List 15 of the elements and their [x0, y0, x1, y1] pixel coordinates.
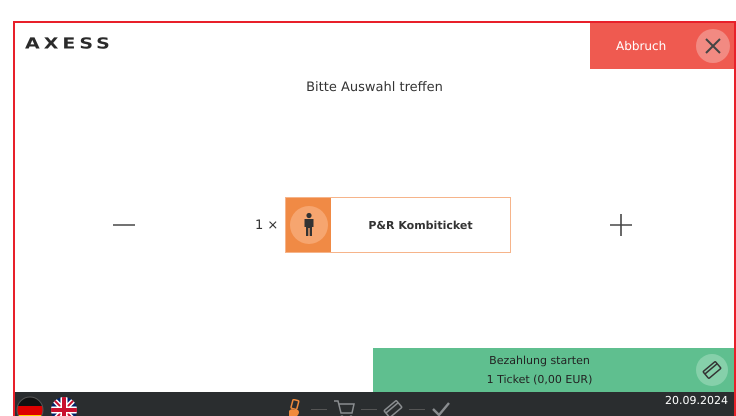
plus-button[interactable] — [610, 214, 632, 236]
minus-icon — [113, 224, 135, 226]
quantity-label: 1 × — [255, 218, 280, 232]
date-label: 20.09.2024 — [665, 394, 728, 407]
logo: AXESS — [25, 35, 114, 53]
person-icon — [290, 206, 328, 244]
ticket-card[interactable]: P&R Kombiticket — [285, 197, 511, 253]
close-icon — [696, 29, 730, 63]
page-title: Bitte Auswahl treffen — [306, 78, 443, 96]
british-flag-icon[interactable] — [50, 396, 78, 416]
ticket-name: P&R Kombiticket — [367, 218, 474, 232]
card-icon — [696, 354, 728, 386]
german-flag-icon[interactable] — [16, 396, 44, 416]
pay-button[interactable]: Bezahlung starten 1 Ticket (0,00 EUR) — [373, 348, 734, 392]
plus-icon — [610, 214, 632, 236]
